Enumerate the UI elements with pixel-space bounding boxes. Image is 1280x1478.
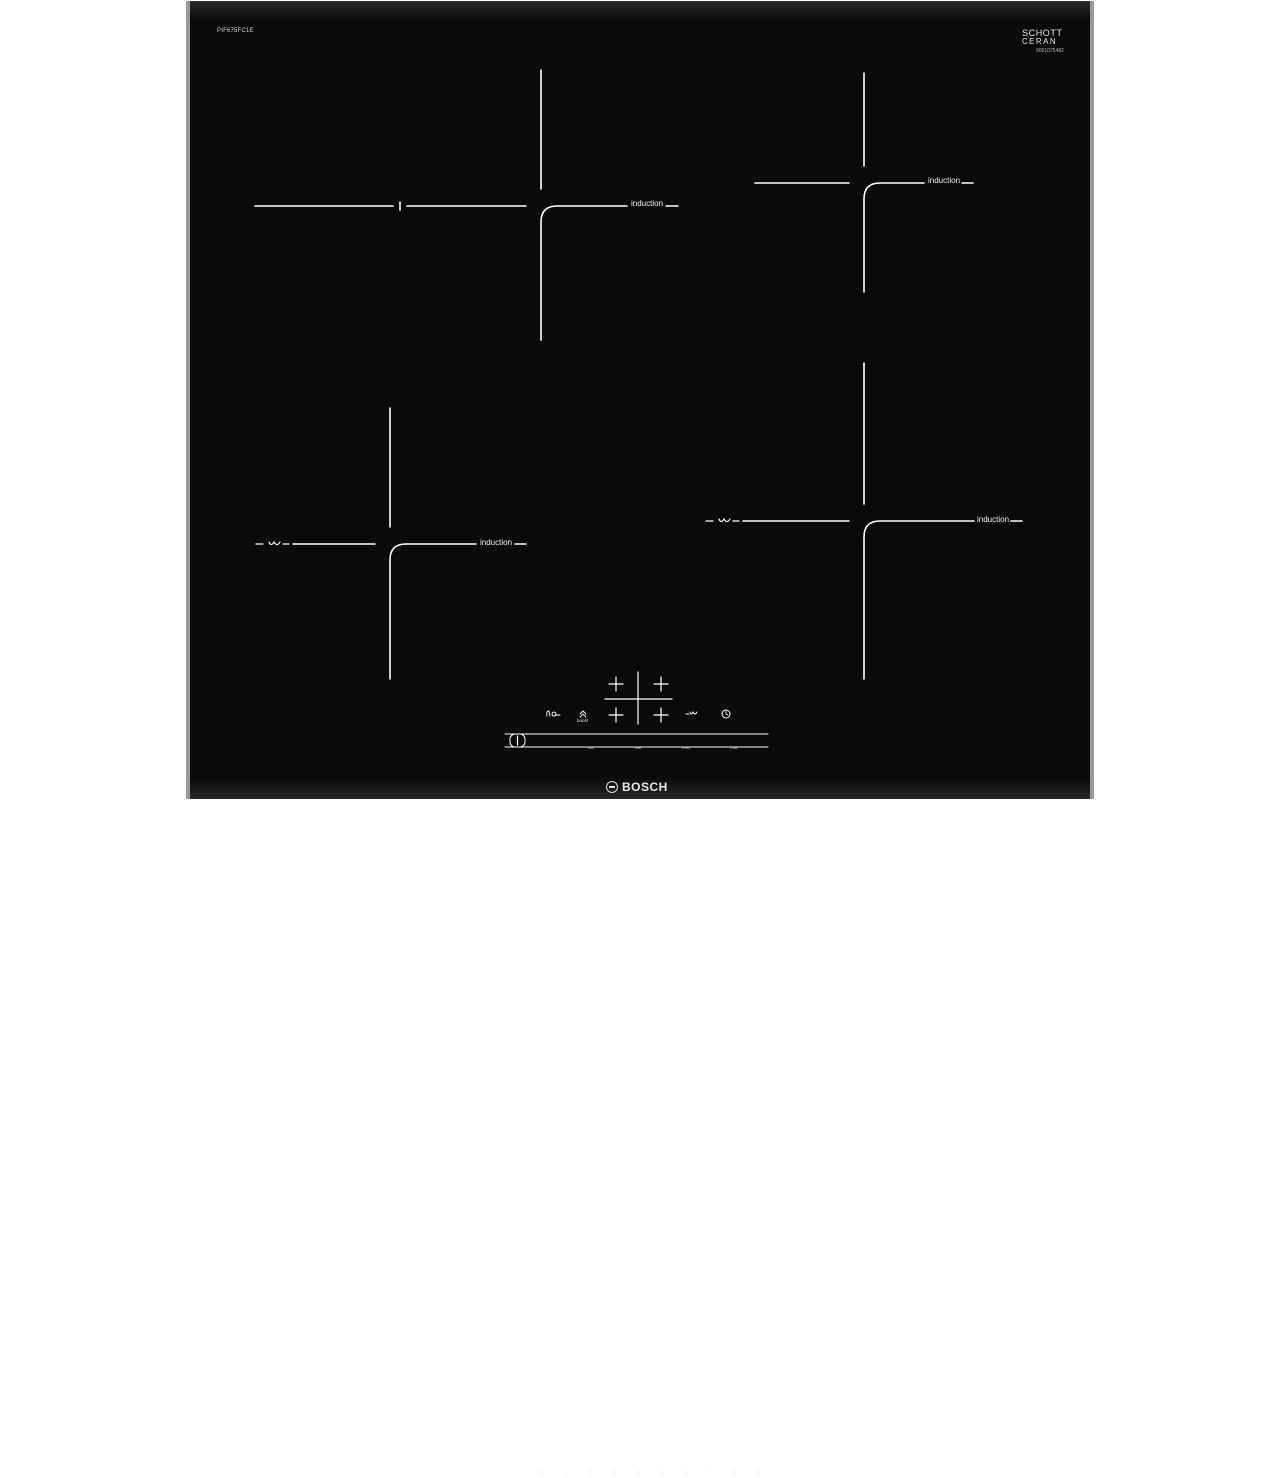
flex-zone-icon-right [705,517,740,523]
scale-tag-low: low [634,745,641,750]
scale-5: 5 [659,1468,665,1478]
scale-1: 1 [563,1468,569,1478]
childlock-button[interactable] [544,708,562,720]
flex-zone-icon-left [255,540,290,546]
boost-button[interactable] [576,708,590,724]
flex-button[interactable] [684,708,700,720]
zone-select-front-left[interactable] [606,706,626,724]
brand-name: BOSCH [622,780,668,794]
zone3-induction-label: induction [480,538,513,547]
scale-8: 8 [731,1468,737,1478]
scale-tag-med: med [682,745,690,750]
scale-6: 6 [683,1468,689,1478]
bosch-armature-icon [606,781,618,793]
zone3-corner [389,543,477,680]
zone4-induction-label: induction [977,515,1010,524]
zone-select-rear-right[interactable] [651,675,671,693]
zone-select-rear-left[interactable] [606,675,626,693]
zone2-induction-label: induction [928,176,961,185]
zone1-induction-label: induction [631,199,664,208]
scale-4: 4 [635,1468,641,1478]
cooking-zone-markings [254,69,1023,748]
zone2-corner [863,182,925,293]
scale-3: 3 [611,1468,617,1478]
zone1-corner [540,205,628,341]
scale-2: 2 [587,1468,593,1478]
timer-button[interactable] [720,708,733,720]
power-button[interactable] [510,734,525,747]
bosch-logo: BOSCH [606,780,668,794]
scale-tag-max: max [730,745,738,750]
zone-select-front-right[interactable] [651,706,671,724]
scale-0: 0 [539,1468,545,1478]
zone4-corner [863,520,975,680]
scale-7: 7 [707,1468,713,1478]
scale-9: 9 [755,1468,761,1478]
scale-tag-min: min [587,745,595,750]
